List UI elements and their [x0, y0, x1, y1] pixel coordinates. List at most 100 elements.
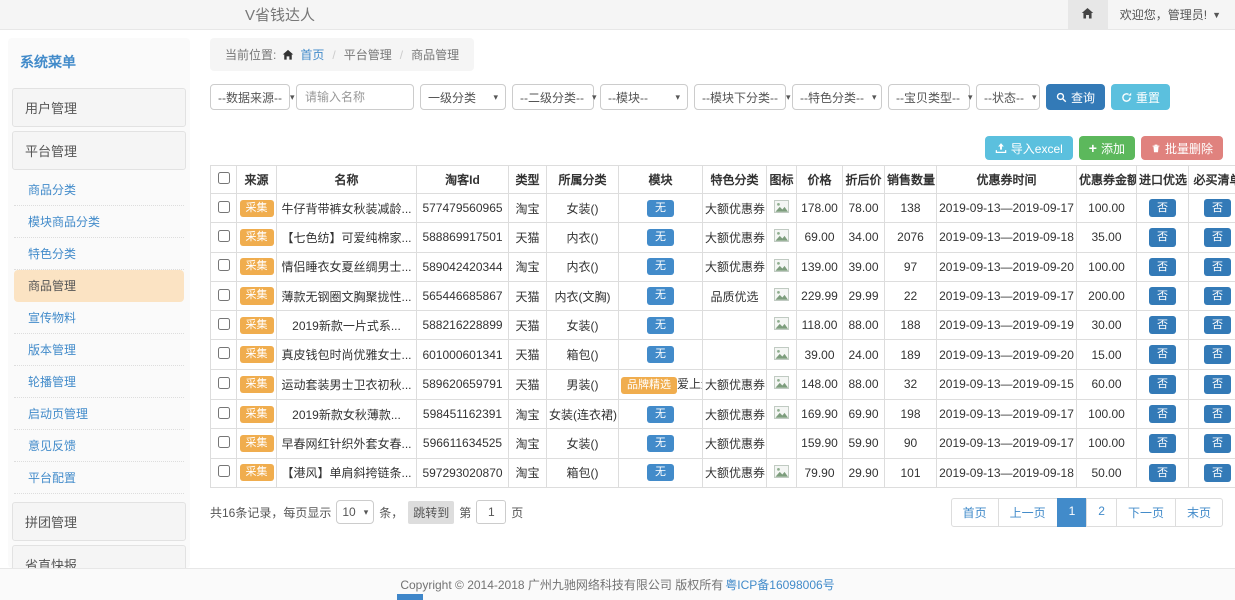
sidebar-item[interactable]: 版本管理: [14, 334, 184, 366]
must-buy-toggle-button[interactable]: 否: [1204, 464, 1231, 482]
row-checkbox[interactable]: [218, 259, 230, 271]
sales-cell: 97: [885, 252, 937, 281]
sidebar-item[interactable]: 商品管理: [14, 270, 184, 302]
sales-cell: 189: [885, 340, 937, 369]
batch-delete-button[interactable]: 批量删除: [1141, 136, 1223, 160]
row-checkbox[interactable]: [218, 377, 230, 389]
select-all-checkbox[interactable]: [218, 172, 230, 184]
source-cell: 采集: [237, 399, 277, 428]
coupon-amount-cell: 35.00: [1077, 223, 1137, 252]
home-button[interactable]: [1068, 0, 1108, 30]
coupon-time-cell: 2019-09-13—2019-09-18: [937, 223, 1077, 252]
must-buy-toggle-button[interactable]: 否: [1204, 434, 1231, 452]
filter-select[interactable]: --二级分类--▾: [512, 84, 594, 110]
type-cell: 天猫: [509, 223, 547, 252]
sidebar-item[interactable]: 特色分类: [14, 238, 184, 270]
coupon-time-cell: 2019-09-13—2019-09-17: [937, 429, 1077, 458]
column-header: 优惠券时间: [937, 166, 1077, 194]
row-checkbox[interactable]: [218, 436, 230, 448]
page-button[interactable]: 2: [1086, 498, 1117, 527]
module-cell: 无: [619, 194, 703, 223]
column-header: 优惠券金额: [1077, 166, 1137, 194]
import-toggle-button[interactable]: 否: [1149, 464, 1176, 482]
filter-select[interactable]: --特色分类--▾: [792, 84, 882, 110]
import-toggle-button[interactable]: 否: [1149, 228, 1176, 246]
page-button[interactable]: 下一页: [1116, 498, 1176, 527]
page-button[interactable]: 首页: [951, 498, 999, 527]
page-button[interactable]: 1: [1057, 498, 1088, 527]
must-buy-toggle-button[interactable]: 否: [1204, 316, 1231, 334]
icon-cell: [767, 369, 797, 399]
type-cell: 淘宝: [509, 194, 547, 223]
home-icon: [1081, 7, 1094, 23]
import-toggle-button[interactable]: 否: [1149, 199, 1176, 217]
icon-cell: [767, 340, 797, 369]
page-button[interactable]: 上一页: [998, 498, 1058, 527]
filter-select[interactable]: --模块--▾: [600, 84, 688, 110]
sidebar-item[interactable]: 平台配置: [14, 462, 184, 494]
feature-cell: 大额优惠券: [703, 458, 767, 487]
import-toggle-button[interactable]: 否: [1149, 258, 1176, 276]
type-cell: 淘宝: [509, 458, 547, 487]
reset-button[interactable]: 重置: [1111, 84, 1170, 110]
coupon-time-cell: 2019-09-13—2019-09-17: [937, 399, 1077, 428]
row-checkbox[interactable]: [218, 230, 230, 242]
must-buy-toggle-button[interactable]: 否: [1204, 345, 1231, 363]
sidebar-item[interactable]: 平台管理: [12, 131, 186, 170]
must-buy-toggle-button[interactable]: 否: [1204, 375, 1231, 393]
filter-select[interactable]: --模块下分类--▾: [694, 84, 786, 110]
user-menu[interactable]: 欢迎您，管理员! ▼: [1120, 6, 1221, 23]
breadcrumb-home-link[interactable]: 首页: [300, 46, 324, 63]
sidebar-item[interactable]: 用户管理: [12, 88, 186, 127]
feature-cell: 品质优选: [703, 281, 767, 310]
import-toggle-button[interactable]: 否: [1149, 405, 1176, 423]
must-buy-toggle-button[interactable]: 否: [1204, 258, 1231, 276]
add-button[interactable]: + 添加: [1079, 136, 1135, 160]
row-checkbox[interactable]: [218, 318, 230, 330]
module-badge: 无: [647, 200, 674, 217]
sidebar-item[interactable]: 意见反馈: [14, 430, 184, 462]
filter-select[interactable]: --数据来源--▾: [210, 84, 290, 110]
jump-button[interactable]: 跳转到: [408, 501, 454, 524]
row-checkbox[interactable]: [218, 201, 230, 213]
sidebar-item[interactable]: 拼团管理: [12, 502, 186, 541]
page-button[interactable]: 末页: [1175, 498, 1223, 527]
category-cell: 箱包(): [547, 458, 619, 487]
import-toggle-button[interactable]: 否: [1149, 345, 1176, 363]
page-number-input[interactable]: [476, 500, 506, 524]
source-cell: 采集: [237, 252, 277, 281]
import-toggle-button[interactable]: 否: [1149, 316, 1176, 334]
row-checkbox[interactable]: [218, 407, 230, 419]
sidebar-item[interactable]: 轮播管理: [14, 366, 184, 398]
must-buy-toggle-button[interactable]: 否: [1204, 228, 1231, 246]
price-cell: 39.00: [797, 340, 843, 369]
must-buy-toggle-button[interactable]: 否: [1204, 287, 1231, 305]
must-buy-cell: 否: [1189, 252, 1235, 281]
sidebar-item[interactable]: 模块商品分类: [14, 206, 184, 238]
taoke-id-cell: 601000601341: [417, 340, 509, 369]
category-cell: 女装(连衣裙): [547, 399, 619, 428]
per-page-select[interactable]: 10▾: [336, 500, 374, 524]
name-search-input[interactable]: [296, 84, 414, 110]
must-buy-toggle-button[interactable]: 否: [1204, 199, 1231, 217]
filter-select[interactable]: --宝贝类型--▾: [888, 84, 970, 110]
import-toggle-button[interactable]: 否: [1149, 287, 1176, 305]
row-checkbox[interactable]: [218, 347, 230, 359]
sidebar-item[interactable]: 宣传物料: [14, 302, 184, 334]
search-button[interactable]: 查询: [1046, 84, 1105, 110]
sidebar-item[interactable]: 商品分类: [14, 174, 184, 206]
sidebar-item[interactable]: 省直快报: [12, 545, 186, 568]
import-excel-button[interactable]: 导入excel: [985, 136, 1073, 160]
breadcrumb-separator: /: [330, 48, 337, 62]
import-toggle-button[interactable]: 否: [1149, 434, 1176, 452]
filter-select[interactable]: 一级分类▾: [420, 84, 506, 110]
icp-link[interactable]: 粤ICP备16098006号: [725, 576, 834, 593]
row-checkbox[interactable]: [218, 465, 230, 477]
discount-price-cell: 24.00: [843, 340, 885, 369]
discount-price-cell: 88.00: [843, 311, 885, 340]
row-checkbox[interactable]: [218, 289, 230, 301]
sidebar-item[interactable]: 启动页管理: [14, 398, 184, 430]
filter-select[interactable]: --状态--▾: [976, 84, 1040, 110]
must-buy-toggle-button[interactable]: 否: [1204, 405, 1231, 423]
import-toggle-button[interactable]: 否: [1149, 375, 1176, 393]
